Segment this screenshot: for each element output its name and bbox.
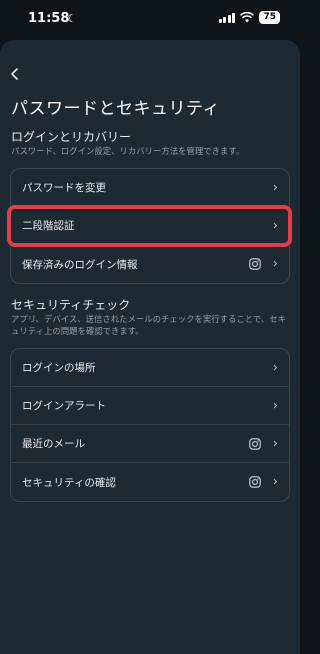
list-item-label: パスワードを変更	[22, 182, 106, 194]
chevron-right-icon: ›	[272, 474, 278, 490]
login-section-description: パスワード、ログイン設定、リカバリー方法を管理できます。	[11, 146, 245, 156]
security-card: ログインの場所 › ログインアラート › 最近のメール › セキュリティの確認 …	[10, 348, 290, 502]
saved-login-info-item[interactable]: 保存済みのログイン情報 ›	[11, 245, 289, 283]
chevron-right-icon: ›	[272, 218, 278, 233]
list-item-label: 二段階認証	[22, 220, 75, 232]
instagram-icon	[249, 258, 261, 270]
status-indicators: 75	[218, 11, 280, 24]
page-title: パスワードとセキュリティ	[11, 99, 220, 119]
status-bar: 11:58 ☾ 75	[0, 0, 300, 40]
chevron-right-icon: ›	[272, 398, 278, 413]
chevron-right-icon: ›	[272, 436, 278, 451]
moon-icon: ☾	[67, 12, 77, 25]
login-section-title: ログインとリカバリー	[11, 130, 132, 144]
login-location-item[interactable]: ログインの場所 ›	[11, 349, 289, 387]
instagram-icon	[249, 476, 261, 488]
settings-sheet: パスワードとセキュリティ ログインとリカバリー パスワード、ログイン設定、リカバ…	[0, 40, 300, 654]
chevron-right-icon: ›	[272, 256, 278, 272]
list-item-label: 最近のメール	[22, 438, 85, 450]
login-alerts-item[interactable]: ログインアラート ›	[11, 387, 289, 425]
list-item-label: セキュリティの確認	[22, 476, 116, 489]
signal-icon	[218, 12, 236, 23]
battery-indicator: 75	[259, 11, 280, 24]
security-section-description: アプリ、デバイス、送信されたメールのチェックを実行することで、セキュリティ上の問…	[11, 314, 287, 336]
status-time: 11:58	[28, 11, 70, 26]
chevron-right-icon: ›	[272, 360, 278, 375]
back-button[interactable]	[10, 66, 19, 86]
list-item-label: ログインアラート	[22, 400, 106, 412]
change-password-item[interactable]: パスワードを変更 ›	[11, 169, 289, 207]
chevron-right-icon: ›	[272, 180, 278, 195]
security-checkup-item[interactable]: セキュリティの確認 ›	[11, 463, 289, 501]
wifi-icon	[240, 12, 255, 23]
two-factor-auth-item[interactable]: 二段階認証 ›	[11, 207, 289, 245]
chevron-left-icon	[10, 67, 19, 81]
login-card: パスワードを変更 › 二段階認証 › 保存済みのログイン情報 ›	[10, 168, 290, 284]
instagram-icon	[249, 437, 261, 450]
list-item-label: ログインの場所	[22, 362, 96, 374]
security-section-title: セキュリティチェック	[11, 298, 131, 312]
list-item-label: 保存済みのログイン情報	[22, 258, 138, 271]
recent-emails-item[interactable]: 最近のメール ›	[11, 425, 289, 463]
